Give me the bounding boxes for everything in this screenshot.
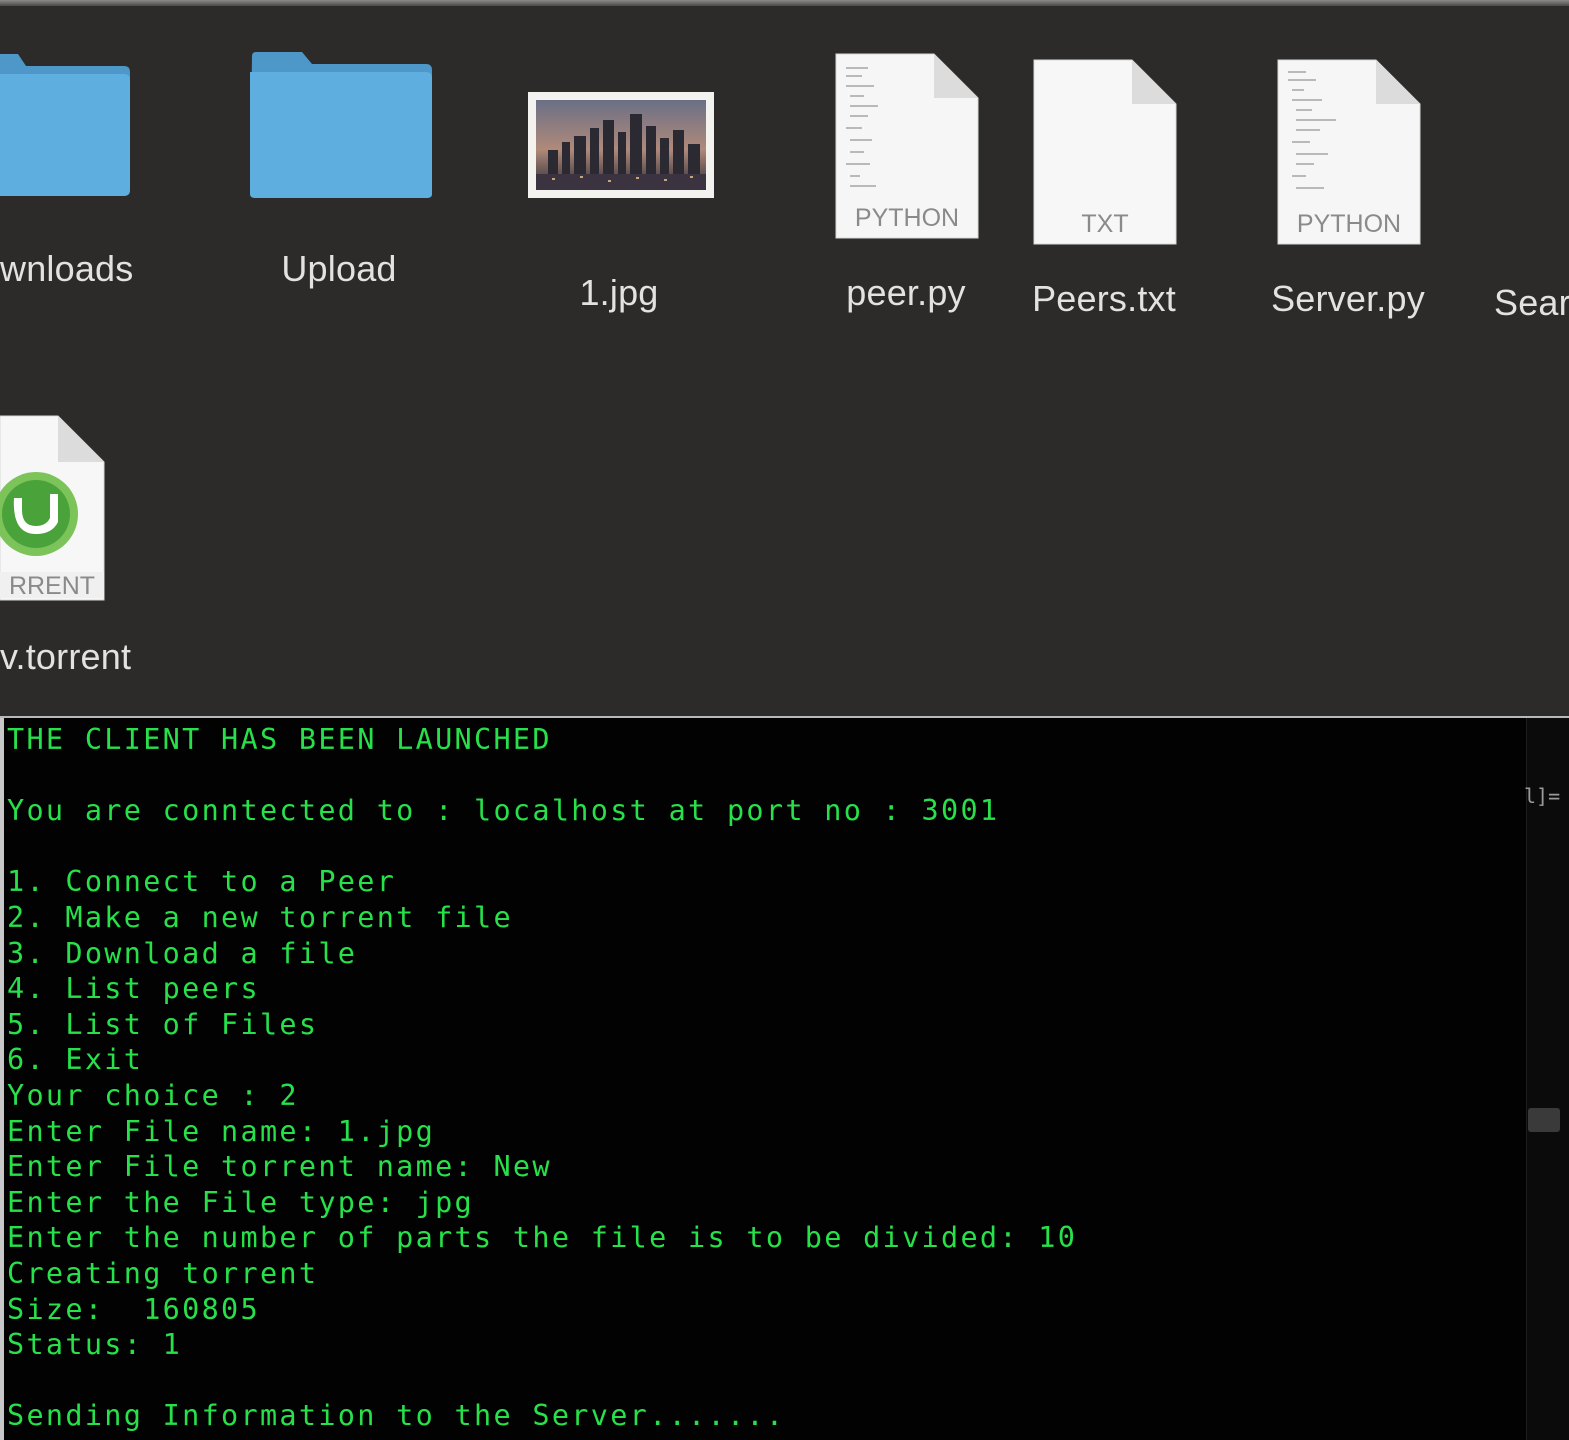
- finder-item-1-jpg[interactable]: [528, 92, 714, 198]
- finder-window: wnloads Upload 1.jpg PYTHON peer.py TXT …: [0, 0, 1569, 716]
- finder-label-server-py: Server.py: [1271, 278, 1425, 319]
- finder-item-server-py[interactable]: PYTHON: [1276, 58, 1422, 246]
- terminal-line: 2. Make a new torrent file: [7, 900, 513, 934]
- terminal-line: 3. Download a file: [7, 936, 358, 970]
- file-badge: PYTHON: [1297, 210, 1401, 238]
- terminal-line: 1. Connect to a Peer: [7, 865, 397, 899]
- finder-item-peers-txt[interactable]: TXT: [1032, 58, 1178, 246]
- finder-item-upload[interactable]: [246, 48, 436, 200]
- finder-label-1-jpg: 1.jpg: [579, 272, 659, 313]
- terminal-window[interactable]: THE CLIENT HAS BEEN LAUNCHED You are conn…: [0, 716, 1569, 1440]
- terminal-line: Enter File torrent name: New: [7, 1150, 552, 1184]
- utorrent-file-icon: RRENT: [0, 415, 105, 601]
- finder-label-downloads: wnloads: [0, 248, 134, 289]
- finder-item-peer-py[interactable]: PYTHON: [834, 52, 980, 240]
- python-file-icon: PYTHON: [1277, 59, 1421, 245]
- terminal-line: You are conntected to : localhost at por…: [7, 794, 1000, 828]
- terminal-line: THE CLIENT HAS BEEN LAUNCHED: [7, 723, 552, 756]
- terminal-line: 6. Exit: [7, 1043, 144, 1077]
- file-badge: RRENT: [9, 572, 95, 600]
- terminal-line: Enter the File type: jpg: [7, 1185, 475, 1219]
- folder-icon: [250, 52, 432, 198]
- finder-label-peers-txt: Peers.txt: [1032, 278, 1176, 319]
- python-file-icon: PYTHON: [835, 53, 979, 239]
- adjacent-window-text: l]=: [1524, 784, 1561, 808]
- terminal-line: Status: 1: [7, 1328, 183, 1362]
- finder-label-upload: Upload: [281, 248, 397, 289]
- finder-label-new-torrent: v.torrent: [0, 636, 132, 677]
- file-badge: PYTHON: [855, 204, 959, 232]
- folder-icon: [0, 54, 130, 196]
- terminal-line: 5. List of Files: [7, 1007, 319, 1041]
- file-badge: TXT: [1081, 210, 1128, 238]
- terminal-line: Enter File name: 1.jpg: [7, 1114, 436, 1148]
- scrollbar-track[interactable]: [1526, 718, 1569, 1440]
- finder-item-new-torrent[interactable]: RRENT: [0, 414, 106, 604]
- terminal-line: Creating torrent: [7, 1256, 319, 1290]
- terminal-line: Size: 160805: [7, 1292, 260, 1326]
- terminal-line: Sending Information to the Server.......: [7, 1399, 786, 1433]
- terminal-line: 4. List peers: [7, 972, 260, 1006]
- window-edge: [0, 718, 4, 1440]
- text-file-icon: TXT: [1033, 59, 1177, 245]
- window-edge: [0, 0, 1569, 6]
- terminal-line: Your choice : 2: [7, 1078, 299, 1112]
- image-thumbnail-icon: [528, 92, 714, 198]
- terminal-line: Enter the number of parts the file is to…: [7, 1221, 1078, 1255]
- finder-label-peer-py: peer.py: [846, 272, 966, 313]
- finder-label-search[interactable]: Sear: [1494, 282, 1569, 324]
- terminal-output[interactable]: THE CLIENT HAS BEEN LAUNCHED You are conn…: [7, 722, 1517, 1434]
- scrollbar-thumb[interactable]: [1528, 1108, 1560, 1132]
